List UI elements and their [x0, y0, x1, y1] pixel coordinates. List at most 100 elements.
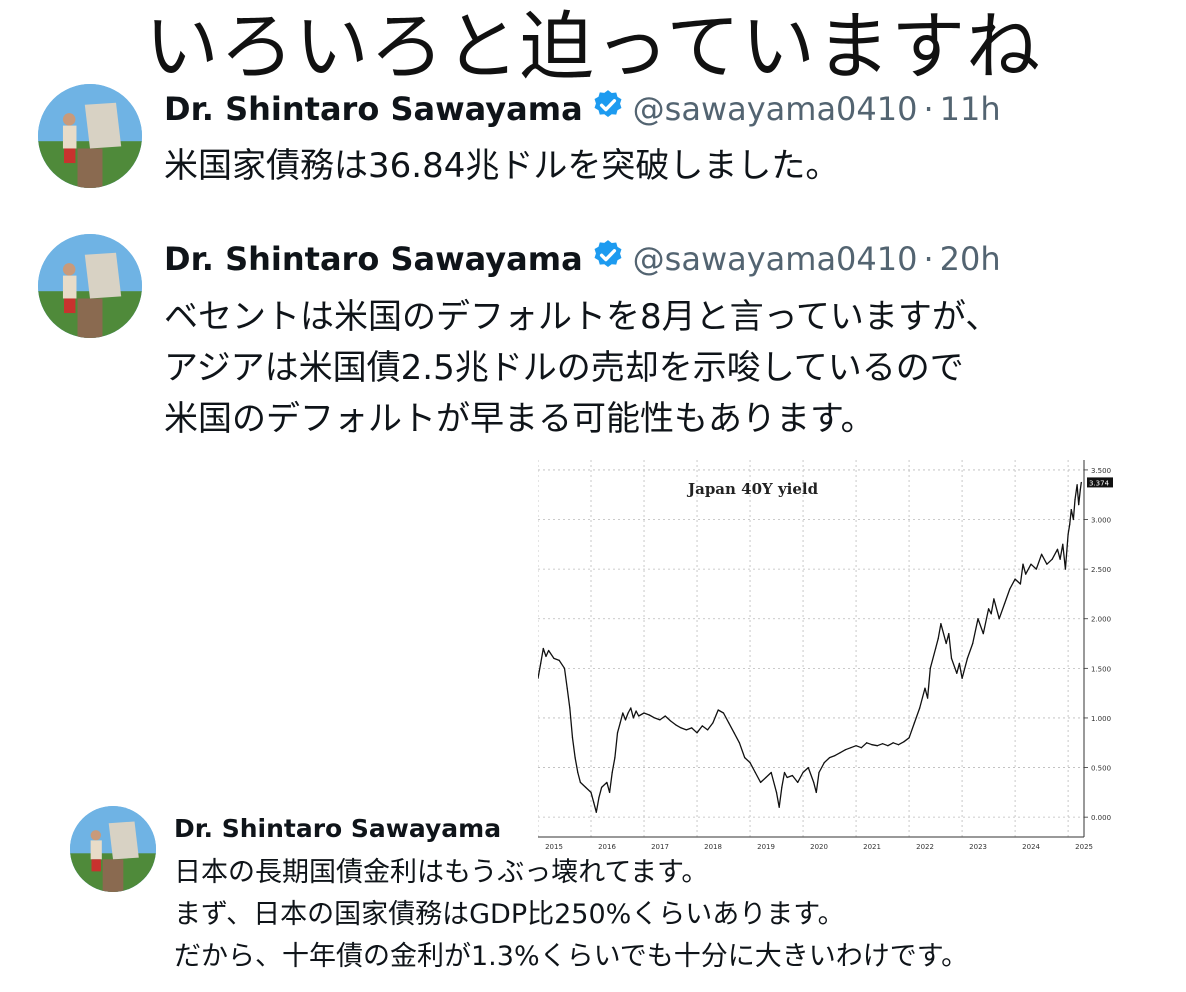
data-point [775, 791, 778, 793]
data-point [707, 729, 709, 731]
x-tick-label: 2015 [545, 843, 563, 851]
data-point [1064, 568, 1067, 570]
data-point [1072, 518, 1074, 521]
tweet-header: Dr. Shintaro Sawayama [174, 810, 501, 846]
data-point [728, 722, 730, 724]
data-point [1051, 558, 1053, 560]
data-point [648, 714, 650, 716]
data-point [630, 707, 632, 709]
tweet-text-line: 日本の長期国債金利はもうぶっ壊れてます。 [174, 857, 709, 888]
data-point [937, 637, 939, 640]
data-point [966, 657, 968, 660]
data-point [765, 776, 767, 779]
data-point [945, 642, 947, 645]
data-point [558, 659, 560, 662]
data-point [1022, 563, 1024, 565]
author-name[interactable]: Dr. Shintaro Sawayama [174, 814, 501, 843]
author-handle[interactable]: @sawayama0410 [633, 90, 918, 128]
tweet-text: 米国家債務は36.84兆ドルを突破しました。 [164, 142, 839, 190]
data-point [569, 707, 571, 709]
avatar[interactable] [70, 806, 156, 892]
data-point [548, 649, 550, 652]
data-point [590, 791, 592, 793]
data-point [924, 687, 926, 689]
chart-svg: 0.000 0.500 1.000 1.500 2.000 2.500 3.000 3.500… [537, 460, 1113, 851]
data-point [1040, 553, 1043, 555]
tweet-timestamp[interactable]: 20h [940, 240, 1001, 278]
data-point [1070, 509, 1072, 511]
avatar[interactable] [38, 84, 142, 188]
data-point [614, 757, 616, 759]
data-point [654, 717, 656, 719]
data-point [876, 745, 878, 747]
x-tick-label: 2023 [969, 843, 987, 851]
data-point [1079, 489, 1081, 491]
data-point [913, 722, 915, 724]
tweet-text-line: 米国家債務は36.84兆ドルを突破しました。 [164, 146, 840, 186]
data-point [770, 771, 772, 774]
data-point [545, 655, 547, 658]
data-point [680, 727, 682, 729]
data-point [696, 732, 698, 734]
tweet-timestamp[interactable]: 11h [940, 90, 1001, 128]
author-name[interactable]: Dr. Shintaro Sawayama [164, 240, 583, 278]
data-point [1019, 583, 1021, 585]
tweet-header: Dr. Shintaro Sawayama @sawayama0410 · 11… [164, 86, 1001, 132]
data-point [577, 771, 579, 774]
data-point [929, 667, 931, 669]
y-tick-label: 3.500 [1091, 467, 1111, 475]
tweet-text-line: まず、日本の国家債務はGDP比250%くらいあります。 [174, 899, 845, 930]
data-point [1030, 563, 1032, 565]
data-point [786, 776, 788, 779]
tweet-text-line: 米国のデフォルトが早まる可能性もあります。 [164, 399, 875, 439]
data-point [627, 712, 629, 714]
tweet-text: ベセントは米国のデフォルトを8月と言っていますが、 アジアは米国債2.5兆ドルの… [164, 292, 999, 445]
x-tick-label: 2016 [598, 843, 616, 851]
data-point [871, 744, 873, 746]
y-tick-label: 2.000 [1091, 616, 1111, 624]
data-point [990, 613, 992, 615]
data-point [571, 737, 574, 739]
data-point [993, 598, 995, 600]
data-point [540, 662, 542, 664]
chart-title: Japan 40Y yield [686, 480, 819, 498]
profile-photo-icon [38, 84, 142, 188]
data-point [958, 662, 961, 664]
y-tick-label: 1.500 [1091, 665, 1111, 673]
data-point [1009, 588, 1011, 590]
data-point [956, 672, 958, 674]
data-point [659, 719, 661, 721]
separator-dot: · [923, 240, 934, 278]
data-point [1080, 481, 1082, 484]
x-tick-label: 2019 [757, 843, 775, 851]
data-point [781, 786, 783, 788]
data-point [1025, 573, 1027, 575]
data-point [701, 725, 703, 727]
data-point [919, 707, 921, 709]
author-name[interactable]: Dr. Shintaro Sawayama [164, 90, 583, 128]
avatar[interactable] [38, 234, 142, 338]
data-point [887, 745, 889, 747]
data-point [998, 618, 1000, 620]
y-tick-label: 2.500 [1091, 566, 1111, 574]
data-point [635, 710, 637, 712]
tweet-text: 日本の長期国債金利はもうぶっ壊れてます。 まず、日本の国家債務はGDP比250%… [174, 852, 968, 978]
y-tick-label: 3.000 [1091, 517, 1111, 525]
data-point [733, 732, 735, 734]
data-point [606, 781, 608, 784]
data-point [553, 657, 555, 660]
data-point [601, 786, 603, 788]
data-point [908, 737, 910, 739]
data-point [815, 791, 817, 793]
data-point [855, 745, 857, 747]
author-handle[interactable]: @sawayama0410 [633, 240, 918, 278]
data-point [950, 657, 953, 660]
data-point [1046, 563, 1048, 565]
tweet-text-line: ベセントは米国のデフォルトを8月と言っていますが、 [164, 297, 1000, 337]
verified-badge-icon [591, 238, 625, 280]
data-point [754, 771, 756, 774]
profile-photo-icon [70, 806, 156, 892]
x-tick-label: 2024 [1022, 843, 1040, 851]
data-point [783, 771, 786, 774]
data-point [903, 741, 905, 743]
